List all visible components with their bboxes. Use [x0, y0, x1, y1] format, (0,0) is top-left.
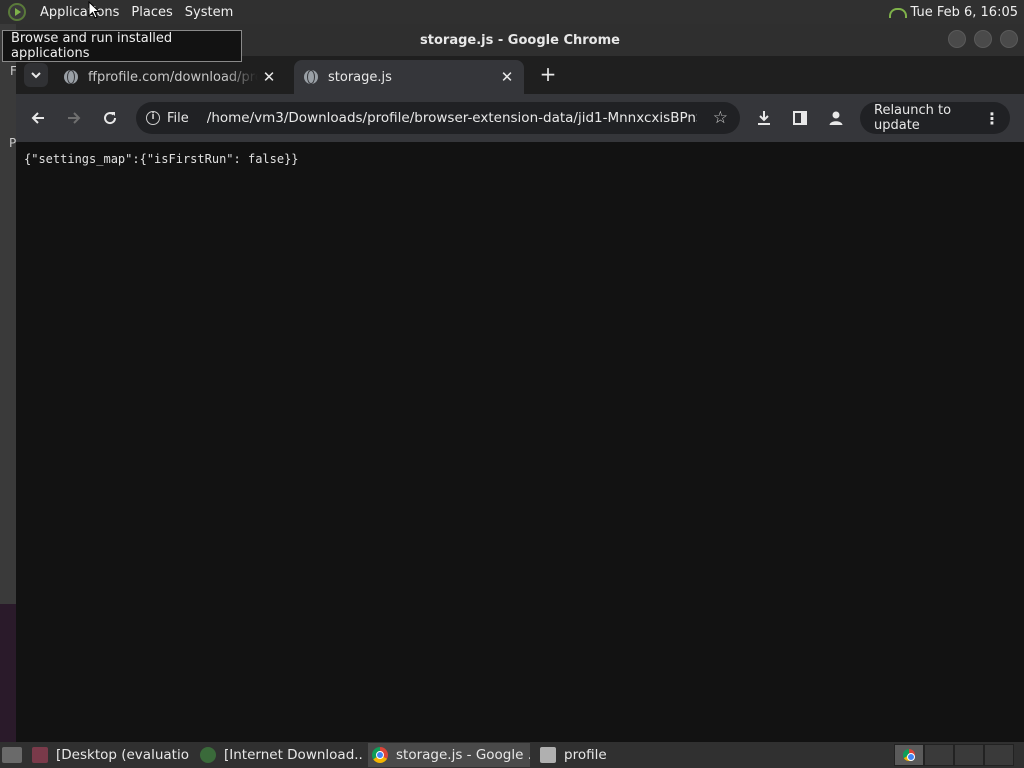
places-menu[interactable]: Places: [125, 5, 178, 20]
tab-label: ffprofile.com/download/prefs: [88, 69, 258, 85]
task-profile-folder[interactable]: profile: [536, 743, 656, 767]
show-desktop-icon[interactable]: [2, 747, 22, 763]
top-panel: Applications Places System Tue Feb 6, 16…: [0, 0, 1024, 24]
file-chip[interactable]: File: [167, 111, 189, 126]
task-desktop[interactable]: [Desktop (evaluatio...: [28, 743, 190, 767]
tab-storage-js[interactable]: storage.js ✕: [294, 60, 524, 94]
workspace-2[interactable]: [924, 744, 954, 766]
close-window-button[interactable]: [1000, 30, 1018, 48]
task-label: [Internet Download...: [224, 747, 362, 763]
top-panel-tray: Tue Feb 6, 16:05: [888, 5, 1024, 20]
page-content: {"settings_map":{"isFirstRun": false}}: [16, 142, 1024, 742]
window-controls: [948, 30, 1018, 48]
tab-label: storage.js: [328, 69, 392, 85]
close-tab-icon[interactable]: ✕: [496, 68, 518, 86]
workspace-switcher: [894, 744, 1014, 766]
tab-ffprofile[interactable]: ffprofile.com/download/prefs ✕: [54, 60, 286, 94]
relaunch-to-update-button[interactable]: Relaunch to update ⋮: [860, 102, 1010, 134]
background-window-edge[interactable]: F P: [0, 24, 17, 604]
globe-icon: [64, 70, 78, 84]
forward-button[interactable]: [60, 104, 88, 132]
site-info-icon[interactable]: i: [146, 111, 160, 125]
network-icon[interactable]: [888, 6, 907, 18]
downloads-button[interactable]: [750, 104, 778, 132]
desktop-background: [0, 604, 16, 742]
chrome-window: storage.js - Google Chrome ffprofile.com…: [16, 24, 1024, 742]
url-text[interactable]: /home/vm3/Downloads/profile/browser-exte…: [207, 110, 697, 126]
idm-icon: [200, 747, 216, 763]
forward-arrow-icon: [68, 112, 81, 124]
window-title: storage.js - Google Chrome: [420, 32, 620, 48]
clock[interactable]: Tue Feb 6, 16:05: [911, 5, 1019, 20]
applications-menu[interactable]: Applications: [34, 5, 125, 20]
applications-tooltip: Browse and run installed applications: [2, 30, 242, 62]
address-bar[interactable]: i File /home/vm3/Downloads/profile/brows…: [136, 102, 740, 134]
download-icon: [758, 111, 770, 125]
chevron-down-icon: [31, 72, 41, 79]
chrome-icon: [903, 749, 915, 761]
more-vert-icon[interactable]: ⋮: [984, 109, 1000, 128]
reload-icon: [104, 112, 117, 125]
globe-icon: [304, 70, 318, 84]
browser-toolbar: i File /home/vm3/Downloads/profile/brows…: [16, 94, 1024, 142]
desktop-icon: [32, 747, 48, 763]
bookmark-star-icon[interactable]: ☆: [713, 108, 728, 128]
profile-icon: [829, 111, 843, 125]
applications-logo-icon[interactable]: [8, 3, 26, 21]
minimize-button[interactable]: [948, 30, 966, 48]
close-tab-icon[interactable]: ✕: [258, 68, 280, 86]
task-label: profile: [564, 747, 607, 763]
tab-search-button[interactable]: [24, 63, 48, 87]
relaunch-label: Relaunch to update: [874, 103, 952, 133]
reload-button[interactable]: [96, 104, 124, 132]
task-label: storage.js - Google ...: [396, 747, 530, 763]
side-panel-icon: [793, 111, 807, 125]
workspace-4[interactable]: [984, 744, 1014, 766]
back-button[interactable]: [24, 104, 52, 132]
workspace-1[interactable]: [894, 744, 924, 766]
file-contents: {"settings_map":{"isFirstRun": false}}: [24, 152, 299, 166]
task-internet-download-manager[interactable]: [Internet Download...: [196, 743, 362, 767]
chrome-icon: [372, 747, 388, 763]
system-menu[interactable]: System: [179, 5, 239, 20]
folder-icon: [540, 747, 556, 763]
workspace-3[interactable]: [954, 744, 984, 766]
back-arrow-icon: [31, 112, 44, 124]
side-panel-button[interactable]: [786, 104, 814, 132]
bottom-taskbar: [Desktop (evaluatio... [Internet Downloa…: [0, 742, 1024, 768]
profile-button[interactable]: [822, 104, 850, 132]
task-label: [Desktop (evaluatio...: [56, 747, 190, 763]
task-chrome-storage-js[interactable]: storage.js - Google ...: [368, 743, 530, 767]
maximize-button[interactable]: [974, 30, 992, 48]
new-tab-button[interactable]: +: [536, 63, 560, 87]
